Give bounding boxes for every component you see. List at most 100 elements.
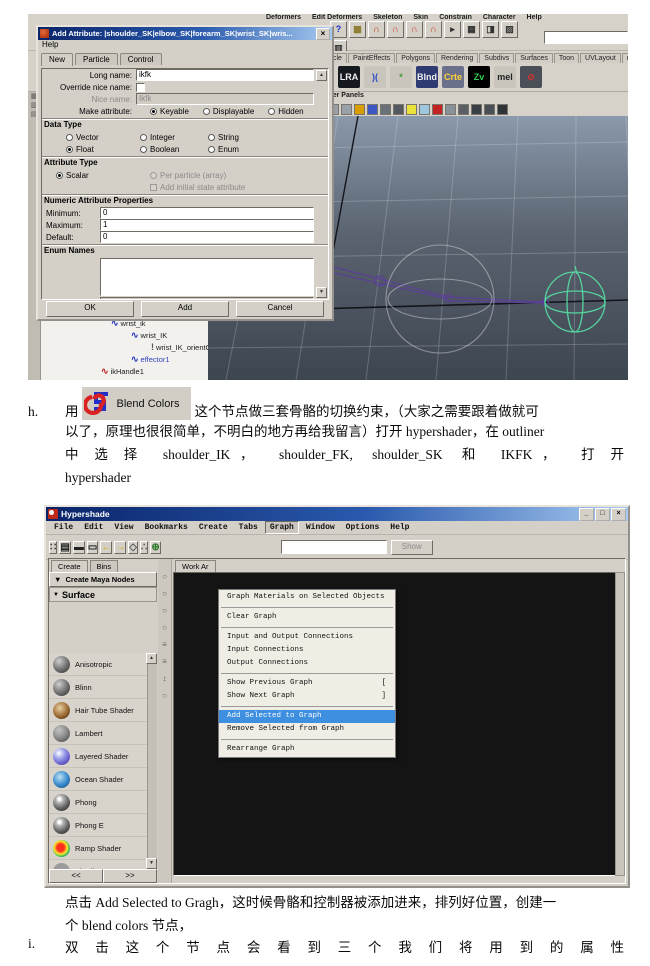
shelf-tab[interactable]: Toon (553, 53, 580, 63)
shelf-icon[interactable]: Zv (468, 66, 490, 88)
outliner-item[interactable]: ∿ effector1 (41, 353, 208, 365)
strip-icon[interactable]: ○ (162, 607, 167, 615)
graph-menu-item[interactable]: Output Connections (219, 657, 395, 670)
graph-menu-item[interactable]: Show Next Graph ] (219, 690, 395, 703)
shader-list-item[interactable]: Ocean Shader (49, 768, 147, 791)
maya-menu-item[interactable]: Deformers (266, 14, 301, 21)
shelf-tab[interactable]: Rendering (435, 53, 479, 63)
window-button[interactable]: _ (579, 507, 594, 521)
shelf-icon[interactable]: Blnd (416, 66, 438, 88)
tab-work-area[interactable]: Work Ar (175, 560, 216, 572)
toolbar-icon[interactable]: ← (100, 540, 113, 554)
graph-menu-item[interactable]: Add Selected to Graph (219, 710, 395, 723)
panel-toolbar-icon[interactable] (341, 103, 352, 115)
dialog-button[interactable]: OK (46, 301, 134, 317)
work-area-scrollbar[interactable] (615, 572, 625, 876)
panel-toolbar-icon[interactable] (471, 103, 482, 115)
toolbar-icon[interactable]: ▸ (444, 20, 461, 38)
graph-menu-item[interactable] (221, 673, 393, 674)
shelf-tab[interactable]: Polygons (396, 53, 435, 63)
panel-toolbar-icon[interactable] (445, 103, 456, 115)
help-menu[interactable]: Help (42, 40, 58, 49)
shelf-tab[interactable]: PaintEffects (347, 53, 396, 63)
panel-toolbar-icon[interactable] (367, 103, 378, 115)
radio-boolean[interactable]: Boolean (140, 145, 179, 154)
graph-menu-item[interactable]: Input Connections (219, 644, 395, 657)
radio-enum[interactable]: Enum (208, 145, 239, 154)
shelf-icon[interactable]: ⊘ (520, 66, 542, 88)
strip-icon[interactable]: ≡ (162, 641, 167, 649)
graph-menu-item[interactable] (221, 627, 393, 628)
dialog-button[interactable]: Cancel (236, 301, 324, 317)
numeric-field-input[interactable]: 1 (100, 219, 314, 231)
graph-menu-item[interactable]: Graph Materials on Selected Objects (219, 591, 395, 604)
toolbar-icon[interactable]: ◨ (482, 20, 499, 38)
shader-list-item[interactable]: Lambert (49, 722, 147, 745)
menu-item[interactable]: Help (386, 522, 413, 533)
create-maya-nodes-dropdown[interactable]: ▼ Create Maya Nodes (49, 572, 157, 587)
shader-list-item[interactable]: Phong (49, 791, 147, 814)
graph-menu-item[interactable] (221, 607, 393, 608)
toolbar-icon[interactable]: ◇ (128, 540, 138, 554)
strip-icon[interactable]: ○ (162, 624, 167, 632)
panel-toolbar-icon[interactable] (406, 103, 417, 115)
shader-list-item[interactable]: Hair Tube Shader (49, 699, 147, 722)
panel-toolbar-icon[interactable] (432, 103, 443, 115)
shelf-tab[interactable]: UVLayout (580, 53, 621, 63)
next-page-button[interactable]: >> (103, 869, 157, 883)
scroll-down-icon[interactable]: ▼ (146, 858, 157, 869)
panel-toolbar-icon[interactable] (484, 103, 495, 115)
toolbar-icon[interactable]: ∩ (425, 20, 442, 38)
dialog-titlebar[interactable]: Add Attribute: |shoulder_SK|elbow_SK|for… (38, 27, 332, 40)
graph-menu-item[interactable]: Input and Output Connections (219, 631, 395, 644)
shelf-tab[interactable]: Surfaces (515, 53, 553, 63)
numeric-field-input[interactable]: 0 (100, 207, 314, 219)
shader-list-item[interactable]: Anisotropic (49, 653, 147, 676)
menu-item[interactable]: Tabs (235, 522, 262, 533)
outliner-item[interactable]: ! wrist_IK_orientCc (41, 341, 215, 353)
dialog-tab[interactable]: Particle (75, 53, 118, 65)
toolbar-icon[interactable]: ▤ (59, 540, 71, 554)
shelf-icon[interactable]: mel (494, 66, 516, 88)
panel-toolbar-icon[interactable] (393, 103, 404, 115)
shelf-tab[interactable]: nCloth (621, 53, 628, 63)
toolbar-icon[interactable]: ∩ (368, 20, 385, 38)
toolbar-icon[interactable]: ∩ (406, 20, 423, 38)
shader-list-item[interactable]: Blinn (49, 676, 147, 699)
shader-list-item[interactable]: Layered Shader (49, 745, 147, 768)
prev-page-button[interactable]: << (49, 869, 103, 883)
graph-menu-item[interactable] (221, 706, 393, 707)
shelf-icon[interactable]: )( (364, 66, 386, 88)
dialog-button[interactable]: Add (141, 301, 229, 317)
outliner-item[interactable]: ∿ ikHandle1 (41, 365, 208, 377)
toolbar-icon[interactable]: ⊕ (150, 540, 161, 554)
toolbar-icon[interactable]: ▦ (463, 20, 480, 38)
numeric-field-input[interactable]: 0 (100, 231, 314, 243)
enum-names-listbox[interactable] (100, 258, 314, 296)
dialog-tab[interactable]: Control (119, 53, 162, 65)
radio-string[interactable]: String (208, 133, 239, 142)
shader-list-scrollbar[interactable]: ▲ ▼ (146, 653, 157, 869)
radio-float[interactable]: Float (66, 145, 94, 154)
show-button[interactable]: Show (390, 539, 433, 555)
menu-item[interactable]: Edit (80, 522, 107, 533)
radio-integer[interactable]: Integer (140, 133, 175, 142)
toolbar-icon[interactable]: ∩ (387, 20, 404, 38)
hypershade-titlebar[interactable]: Hypershade _ □ × (46, 507, 628, 521)
window-button[interactable]: □ (595, 507, 610, 521)
strip-icon[interactable]: ○ (162, 590, 167, 598)
radio-displayable[interactable]: Displayable (202, 107, 254, 116)
strip-icon[interactable]: ↕ (163, 675, 167, 683)
filter-field[interactable] (280, 540, 387, 554)
menu-item[interactable]: Bookmarks (141, 522, 192, 533)
strip-icon[interactable]: ○ (162, 692, 167, 700)
panel-toolbar-icon[interactable] (380, 103, 391, 115)
radio-vector[interactable]: Vector (66, 133, 99, 142)
radio-keyable[interactable]: Keyable (150, 107, 189, 116)
panel-tab[interactable]: Bins (89, 560, 119, 572)
window-button[interactable]: × (611, 507, 626, 521)
toolbar-icon[interactable]: ▬ (72, 540, 85, 554)
shelf-tab[interactable]: Subdivs (479, 53, 515, 63)
graph-menu-item[interactable]: Rearrange Graph (219, 743, 395, 756)
toolbar-icon[interactable]: ∷ (49, 540, 58, 554)
